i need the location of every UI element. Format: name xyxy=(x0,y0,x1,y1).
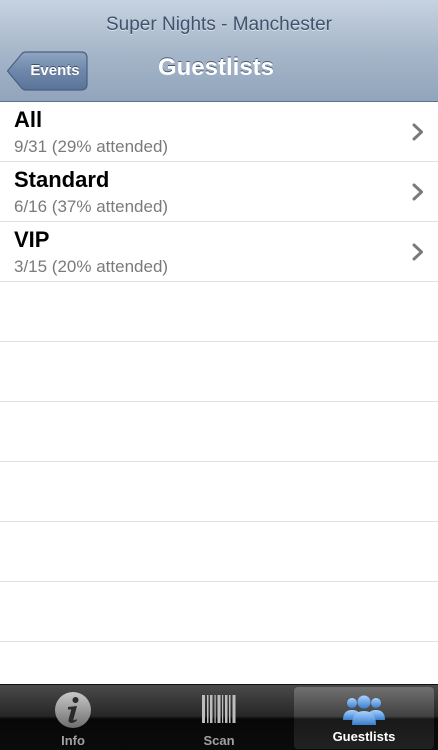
empty-row xyxy=(0,462,438,522)
empty-row xyxy=(0,582,438,642)
events-back-button[interactable]: Events xyxy=(6,51,88,91)
chevron-right-icon xyxy=(412,123,423,141)
tab-scan-label: Scan xyxy=(203,733,235,748)
empty-row xyxy=(0,282,438,342)
info-icon xyxy=(55,692,91,728)
page-title: Guestlists xyxy=(157,54,275,81)
tab-info-label: Info xyxy=(61,733,85,748)
chevron-right-icon xyxy=(412,183,423,201)
tab-guestlists[interactable]: Guestlists xyxy=(294,687,434,749)
event-subtitle: Super Nights - Manchester xyxy=(106,14,332,35)
empty-row xyxy=(0,522,438,582)
tab-bar: Info Scan Guestlists xyxy=(0,684,438,750)
tab-info[interactable]: Info xyxy=(0,685,146,750)
empty-row xyxy=(0,642,438,684)
tab-guestlists-label: Guestlists xyxy=(332,729,396,744)
chevron-right-icon xyxy=(412,243,423,261)
empty-row xyxy=(0,342,438,402)
guestlist-attendance: 6/16 (37% attended) xyxy=(14,197,169,216)
people-icon xyxy=(343,695,385,725)
barcode-icon xyxy=(202,695,236,723)
guestlist-table: All 9/31 (29% attended) Standard 6/16 (3… xyxy=(0,102,438,684)
guestlist-name: All xyxy=(14,107,43,132)
back-button-label: Events xyxy=(30,62,80,79)
tab-scan[interactable]: Scan xyxy=(146,685,292,750)
guestlist-row-all[interactable]: All 9/31 (29% attended) xyxy=(0,102,438,162)
guestlist-attendance: 9/31 (29% attended) xyxy=(14,137,169,156)
empty-row xyxy=(0,402,438,462)
guestlist-attendance: 3/15 (20% attended) xyxy=(14,257,169,276)
guestlist-row-vip[interactable]: VIP 3/15 (20% attended) xyxy=(0,222,438,282)
navigation-bar: Super Nights - Manchester Events Guestli… xyxy=(0,0,438,102)
guestlist-name: VIP xyxy=(14,227,50,252)
guestlist-row-standard[interactable]: Standard 6/16 (37% attended) xyxy=(0,162,438,222)
guestlist-name: Standard xyxy=(14,167,110,192)
